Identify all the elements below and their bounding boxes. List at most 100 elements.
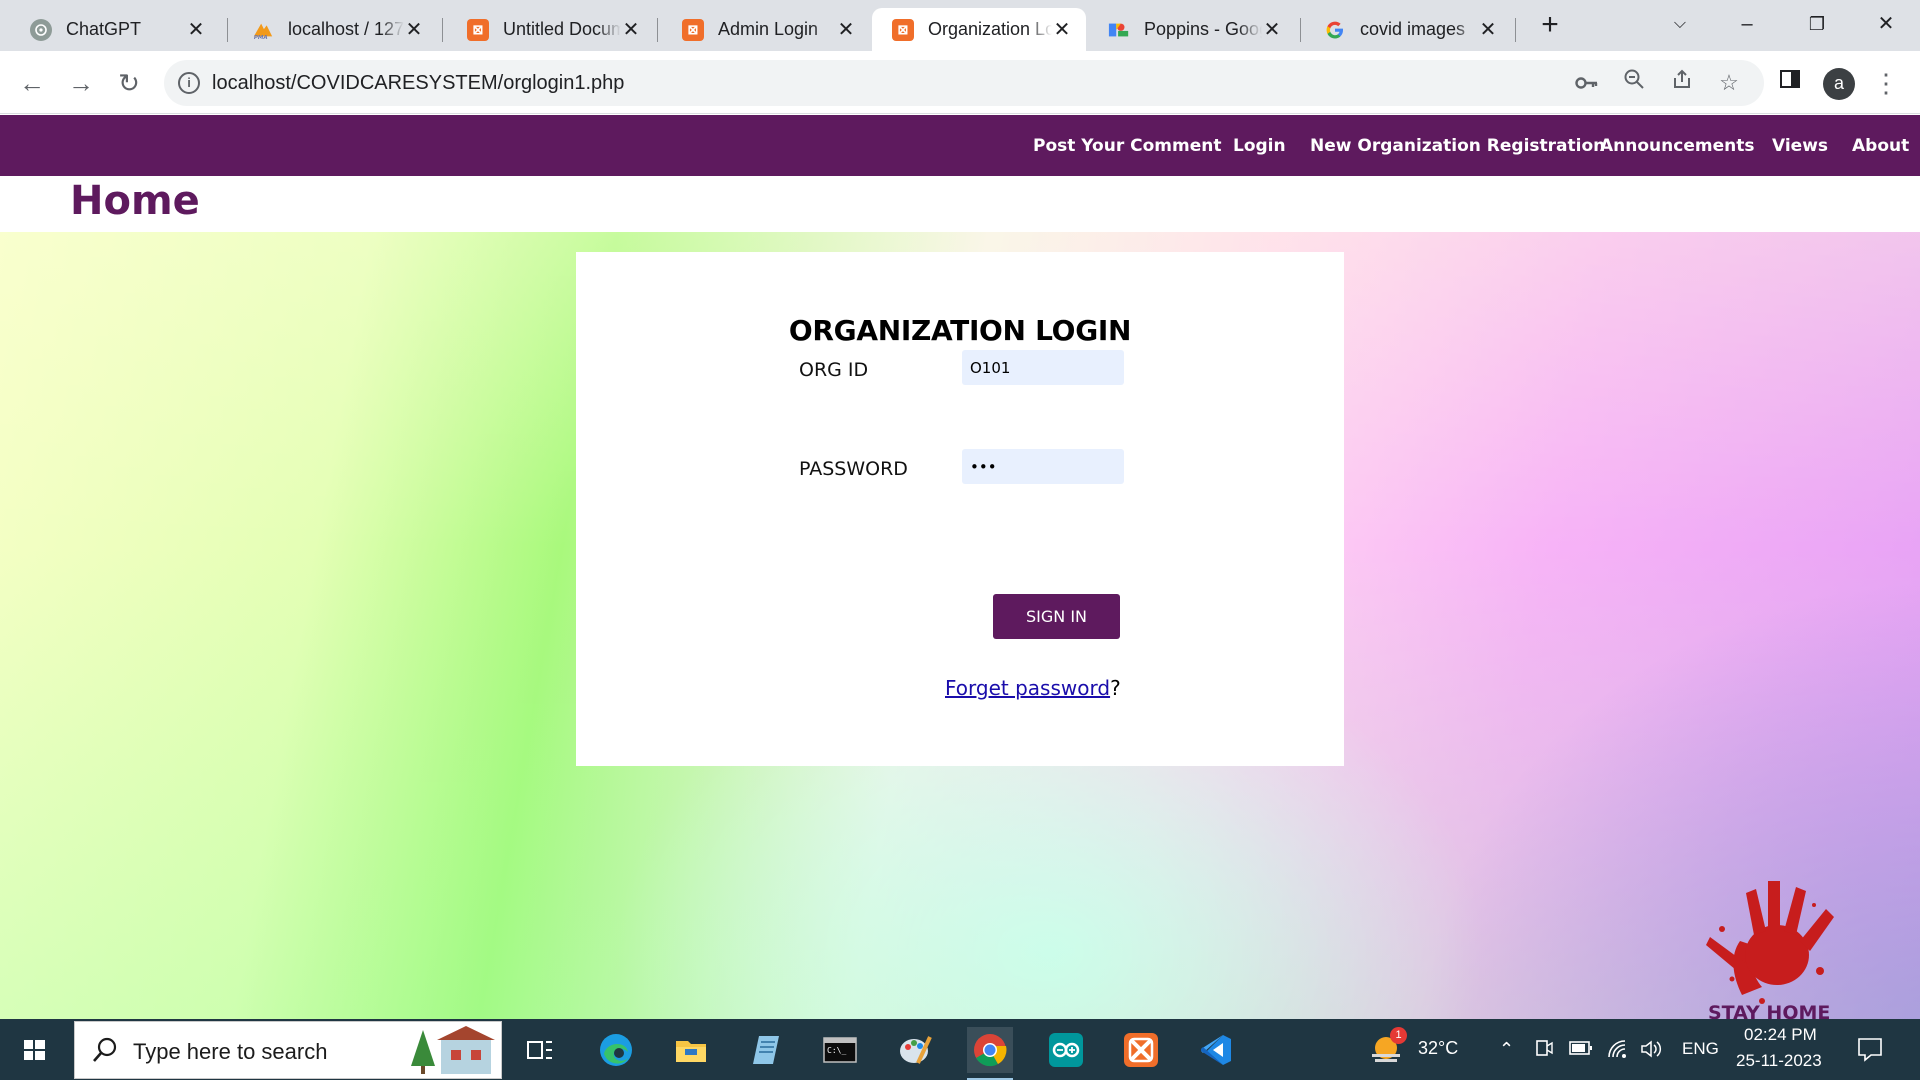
restore-button[interactable]: ❐ [1797, 6, 1837, 42]
close-icon[interactable]: ✕ [621, 17, 641, 42]
stay-home-text: STAY HOME [1708, 1002, 1830, 1019]
google-icon [1324, 19, 1346, 41]
nav-about[interactable]: About [1852, 136, 1909, 156]
paint-icon[interactable] [892, 1027, 938, 1073]
sign-in-button[interactable]: SIGN IN [993, 594, 1120, 639]
tab-chatgpt[interactable]: ChatGPT ✕ [10, 8, 220, 51]
tab-title: localhost / 127.0.0.1 [288, 19, 404, 39]
share-icon[interactable] [1667, 68, 1697, 98]
taskbar-search-box[interactable]: Type here to search [74, 1021, 502, 1079]
wifi-icon[interactable] [1607, 1039, 1629, 1064]
minimize-button[interactable]: – [1727, 6, 1767, 42]
bookmark-star-icon[interactable]: ☆ [1714, 68, 1744, 98]
xampp-icon[interactable] [1118, 1027, 1164, 1073]
close-icon[interactable]: ✕ [404, 17, 424, 42]
search-placeholder: Type here to search [133, 1039, 328, 1064]
forward-arrow-icon[interactable]: → [63, 65, 99, 101]
login-card: ORGANIZATION LOGIN ORG ID PASSWORD SIGN … [576, 252, 1344, 766]
tab-separator [227, 18, 228, 42]
nav-post-comment[interactable]: Post Your Comment [1033, 136, 1221, 156]
nav-new-organization-registration[interactable]: New Organization Registration [1310, 136, 1605, 156]
new-tab-button[interactable]: + [1536, 8, 1564, 44]
tab-separator [657, 18, 658, 42]
profile-avatar[interactable]: a [1823, 68, 1855, 100]
chrome-icon[interactable] [967, 1027, 1013, 1080]
login-title: ORGANIZATION LOGIN [788, 314, 1132, 347]
clock-time[interactable]: 02:24 PM [1744, 1025, 1817, 1045]
tab-title: Poppins - Google Fonts [1144, 19, 1262, 39]
volume-icon[interactable] [1640, 1039, 1662, 1064]
site-navbar: Post Your Comment Login New Organization… [0, 115, 1920, 176]
password-input[interactable] [962, 449, 1124, 484]
tab-title: Organization Login [928, 19, 1052, 39]
tab-separator [1515, 18, 1516, 42]
menu-kebab-icon[interactable]: ⋮ [1868, 65, 1904, 101]
back-arrow-icon[interactable]: ← [14, 65, 50, 101]
meet-now-icon[interactable] [1535, 1039, 1553, 1064]
chevron-up-icon[interactable]: ⌃ [1499, 1039, 1514, 1060]
xampp-icon: ⊠ [892, 18, 914, 41]
url-text[interactable]: localhost/COVIDCARESYSTEM/orglogin1.php [212, 72, 624, 95]
forget-password-row: Forget password? [945, 676, 1121, 700]
clock-date[interactable]: 25-11-2023 [1736, 1051, 1822, 1071]
google-fonts-icon [1108, 19, 1130, 41]
xampp-icon: ⊠ [682, 18, 704, 41]
tab-title: Untitled Document [503, 19, 621, 39]
tab-organization-login[interactable]: ⊠ Organization Login ✕ [872, 8, 1086, 51]
command-prompt-icon[interactable]: C:\_ [817, 1027, 863, 1073]
nav-login[interactable]: Login [1233, 136, 1286, 156]
tab-admin-login[interactable]: ⊠ Admin Login ✕ [662, 8, 870, 51]
nav-views[interactable]: Views [1772, 136, 1828, 156]
forget-password-suffix: ? [1110, 676, 1121, 700]
language-indicator[interactable]: ENG [1682, 1039, 1719, 1059]
close-window-button[interactable]: ✕ [1866, 6, 1906, 42]
reload-icon[interactable]: ↻ [111, 65, 147, 101]
browser-tab-strip: ChatGPT ✕ PMA localhost / 127.0.0.1 ✕ ⊠ … [0, 0, 1920, 51]
tab-separator [1300, 18, 1301, 42]
tab-title: ChatGPT [66, 19, 142, 39]
key-icon[interactable] [1572, 68, 1602, 98]
search-highlight-icon [405, 1026, 497, 1080]
stay-home-handprint: STAY HOME [1702, 875, 1842, 1019]
chatgpt-icon [30, 18, 52, 41]
tab-covid-images[interactable]: covid images ✕ [1304, 8, 1512, 51]
org-id-input[interactable] [962, 350, 1124, 385]
password-label: PASSWORD [799, 458, 908, 480]
close-icon[interactable]: ✕ [186, 17, 206, 42]
notifications-icon[interactable] [1857, 1036, 1883, 1067]
windows-taskbar: Type here to search C:\_ 1 32°C ⌃ ENG 02… [0, 1019, 1920, 1080]
home-header: Home [0, 176, 1920, 232]
svg-text:PMA: PMA [254, 35, 268, 41]
zoom-out-icon[interactable] [1619, 68, 1649, 98]
close-icon[interactable]: ✕ [1262, 17, 1282, 42]
address-bar[interactable]: i localhost/COVIDCARESYSTEM/orglogin1.ph… [164, 60, 1764, 106]
close-icon[interactable]: ✕ [1052, 17, 1072, 42]
vscode-icon[interactable] [1193, 1027, 1239, 1073]
tab-separator [442, 18, 443, 42]
tab-search-chevron-icon[interactable]: ⌵ [1660, 6, 1700, 42]
search-icon [91, 1036, 119, 1069]
nav-announcements[interactable]: Announcements [1600, 136, 1754, 156]
arduino-icon[interactable] [1043, 1027, 1089, 1073]
site-info-icon[interactable]: i [178, 72, 200, 94]
edge-browser-icon[interactable] [593, 1027, 639, 1073]
phpmyadmin-icon: PMA [252, 19, 274, 41]
weather-temperature[interactable]: 32°C [1418, 1038, 1458, 1059]
task-view-icon[interactable] [517, 1027, 563, 1073]
close-icon[interactable]: ✕ [836, 17, 856, 42]
close-icon[interactable]: ✕ [1478, 17, 1498, 42]
org-id-label: ORG ID [799, 359, 869, 381]
page-title: Home [70, 178, 200, 224]
battery-icon[interactable] [1569, 1039, 1593, 1062]
file-explorer-icon[interactable] [668, 1027, 714, 1073]
side-panel-icon[interactable] [1772, 65, 1808, 101]
windows-start-icon[interactable] [0, 1019, 70, 1080]
tab-google-fonts[interactable]: Poppins - Google Fonts ✕ [1088, 8, 1296, 51]
svg-text:C:\_: C:\_ [827, 1046, 846, 1055]
tab-phpmyadmin[interactable]: PMA localhost / 127.0.0.1 ✕ [232, 8, 438, 51]
notepad-icon[interactable] [743, 1027, 789, 1073]
forget-password-link[interactable]: Forget password [945, 676, 1110, 700]
xampp-icon: ⊠ [467, 18, 489, 41]
browser-toolbar: ← → ↻ i localhost/COVIDCARESYSTEM/orglog… [0, 51, 1920, 114]
tab-untitled-document[interactable]: ⊠ Untitled Document ✕ [447, 8, 655, 51]
